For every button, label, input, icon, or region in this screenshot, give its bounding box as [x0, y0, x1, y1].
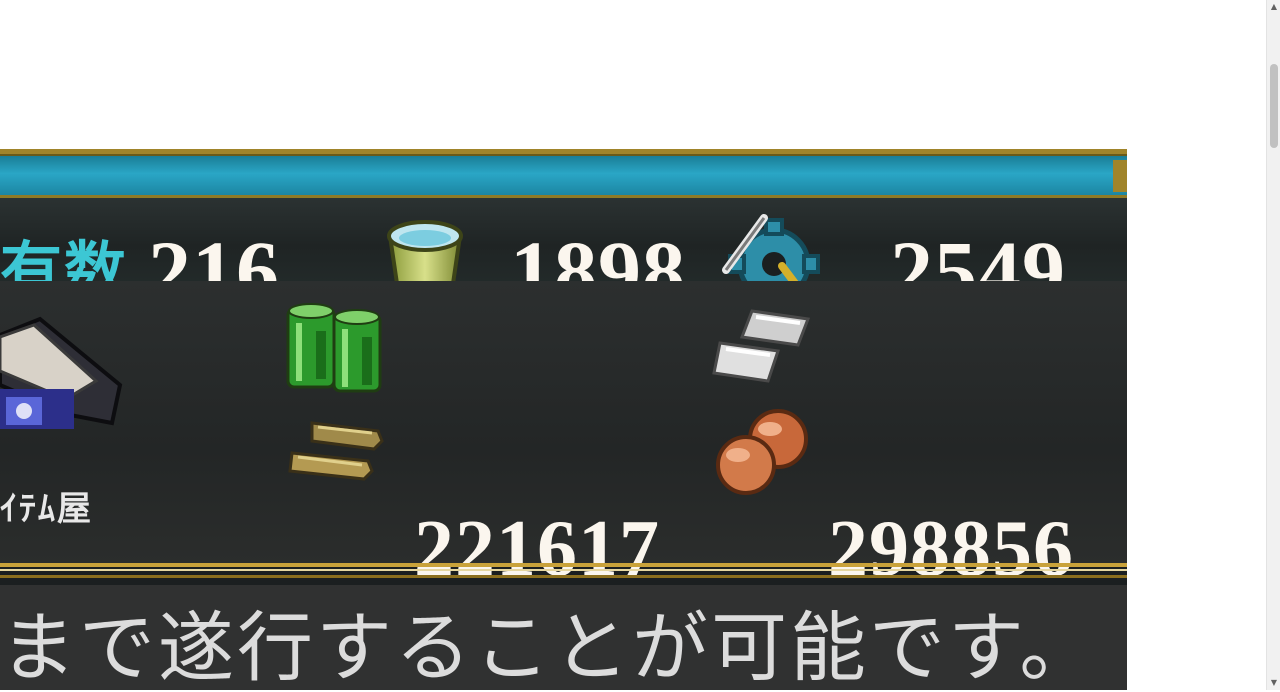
- item-shop-label: ｲﾃﾑ屋: [0, 489, 93, 529]
- message-text: まで遂行することが可能です。: [0, 603, 1099, 692]
- fuel-icon: [286, 303, 382, 393]
- resource-panel: ｲﾃﾑ屋 221617 298856: [0, 281, 1127, 690]
- scroll-down-icon[interactable]: ▼: [1267, 676, 1280, 690]
- ammo-icon: [288, 421, 384, 481]
- top-bar: [0, 154, 1127, 198]
- item-shop-icon[interactable]: [0, 315, 130, 465]
- panel-gold-highlight: [0, 569, 1127, 571]
- scroll-up-icon[interactable]: ▲: [1267, 0, 1280, 14]
- bauxite-icon: [716, 409, 808, 495]
- page-scrollbar[interactable]: ▲ ▼: [1266, 0, 1280, 690]
- panel-gold-shadow: [0, 575, 1127, 578]
- panel-gold-border: [0, 563, 1127, 567]
- steel-icon: [712, 309, 811, 383]
- scroll-thumb[interactable]: [1270, 64, 1278, 148]
